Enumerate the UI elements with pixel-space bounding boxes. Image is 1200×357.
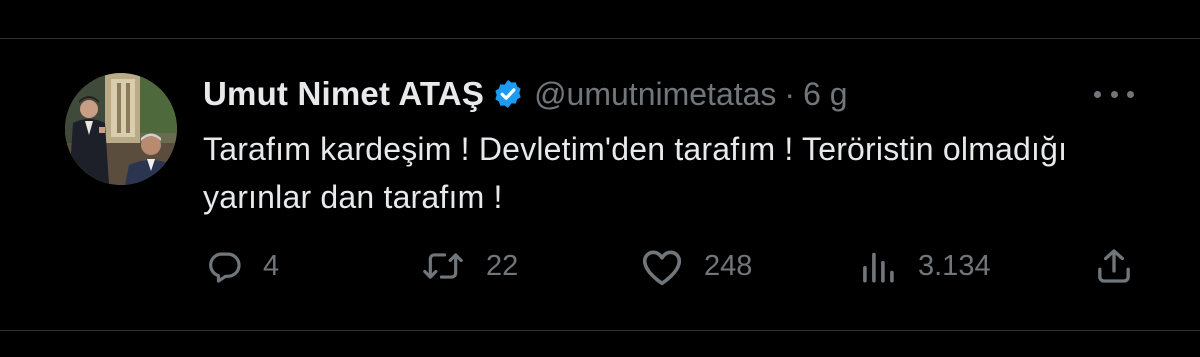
timestamp[interactable]: 6 g xyxy=(803,76,847,113)
tweet-header: Umut Nimet ATAŞ @umutnimetatas · 6 g xyxy=(203,72,848,116)
verified-badge-icon xyxy=(492,78,524,110)
views-button[interactable]: 3.134 xyxy=(858,246,991,286)
reply-count: 4 xyxy=(263,249,280,282)
heart-icon xyxy=(640,246,684,286)
share-icon xyxy=(1094,246,1134,286)
retweet-count: 22 xyxy=(486,249,519,282)
retweet-icon xyxy=(420,247,466,285)
separator-dot: · xyxy=(784,75,796,112)
user-handle[interactable]: @umutnimetatas xyxy=(534,76,776,113)
avatar[interactable] xyxy=(65,73,177,185)
reply-button[interactable]: 4 xyxy=(205,246,279,286)
like-button[interactable]: 248 xyxy=(640,246,752,286)
more-options-icon[interactable] xyxy=(1094,79,1134,109)
retweet-button[interactable]: 22 xyxy=(420,246,518,286)
tweet[interactable]: Umut Nimet ATAŞ @umutnimetatas · 6 g Tar… xyxy=(0,39,1200,330)
bottom-divider xyxy=(0,330,1200,331)
views-count: 3.134 xyxy=(918,249,991,282)
like-count: 248 xyxy=(704,249,753,282)
tweet-text: Tarafım kardeşim ! Devletim'den tarafım … xyxy=(203,131,1068,215)
display-name[interactable]: Umut Nimet ATAŞ xyxy=(203,75,484,113)
share-button[interactable] xyxy=(1094,246,1134,286)
views-icon xyxy=(858,248,898,284)
reply-icon xyxy=(205,247,243,285)
